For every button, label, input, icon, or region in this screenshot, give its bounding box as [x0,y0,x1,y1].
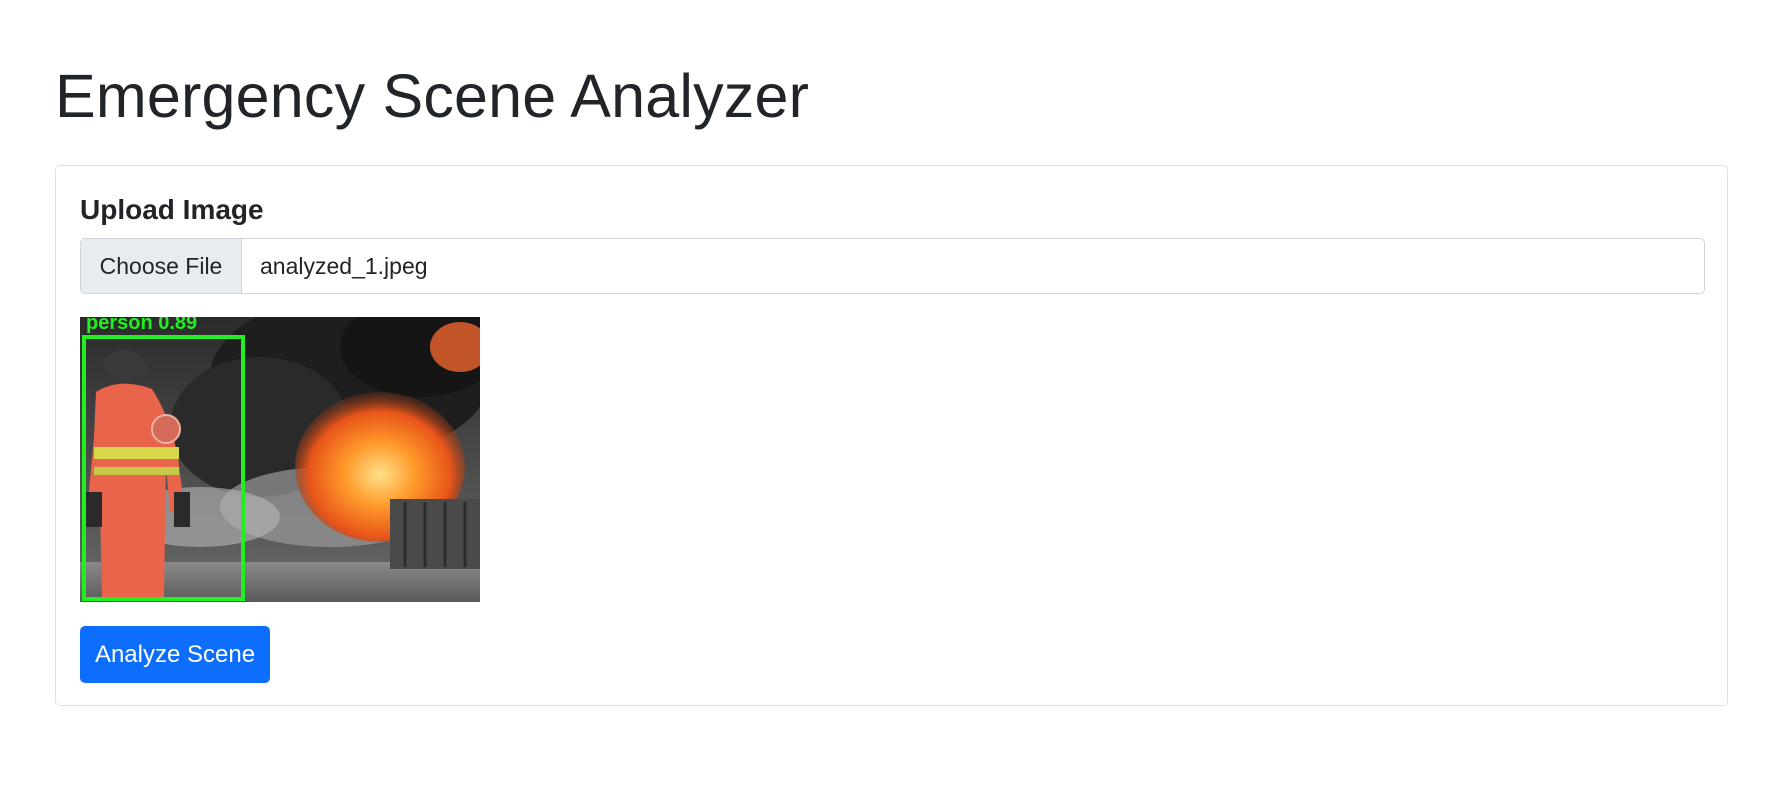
page-title: Emergency Scene Analyzer [55,62,810,130]
selected-file-name: analyzed_1.jpeg [260,252,428,279]
upload-label: Upload Image [80,194,264,225]
upload-card: Upload Image Choose File analyzed_1.jpeg [55,165,1728,706]
image-preview: person 0.89 [80,317,480,602]
choose-file-button[interactable]: Choose File [81,239,242,293]
detection-label: person 0.89 [86,317,197,334]
file-input[interactable]: Choose File analyzed_1.jpeg [80,238,1705,294]
analyze-scene-button[interactable]: Analyze Scene [80,626,270,683]
preview-image: person 0.89 [80,317,480,602]
